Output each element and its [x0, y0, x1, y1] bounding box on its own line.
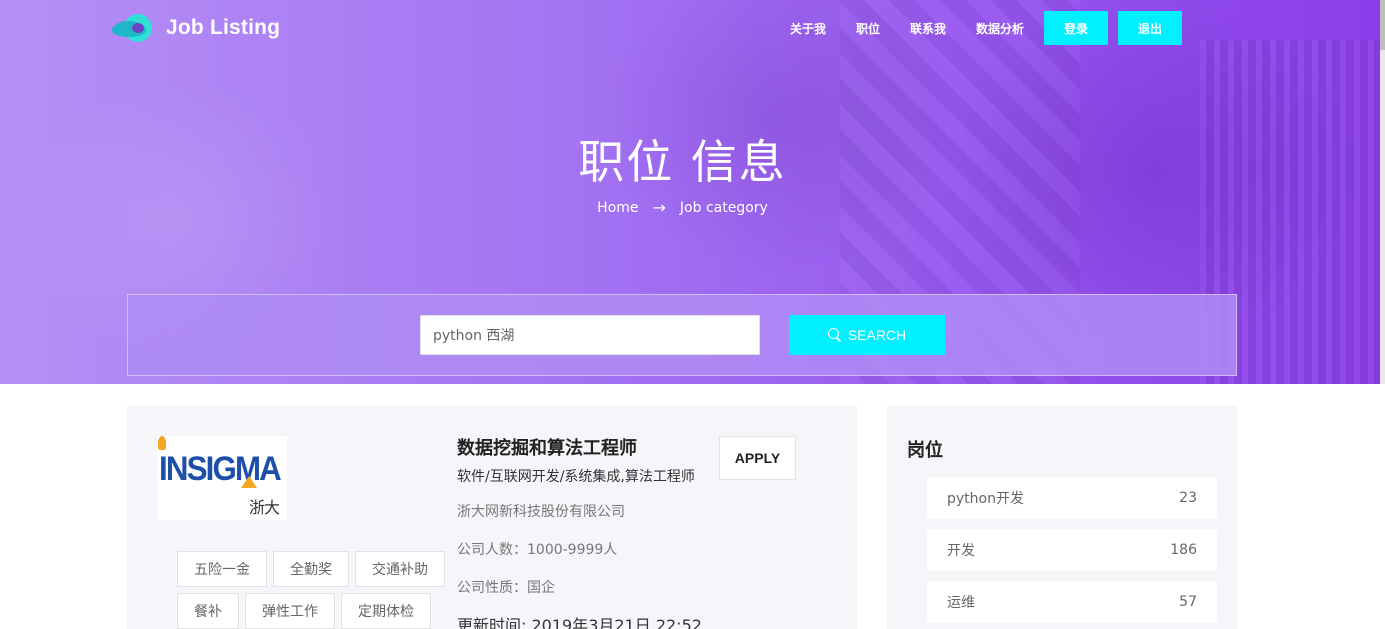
category-name: 运维	[947, 595, 975, 611]
search-input[interactable]	[420, 315, 760, 355]
company-type: 公司性质：国企	[457, 580, 555, 596]
job-card[interactable]: INSIGMA 浙大网新 五险一金 全勤奖 交通补助 餐补 弹性工作 定期体检 …	[127, 406, 857, 629]
nav-link-about[interactable]: 关于我	[790, 20, 826, 37]
category-count: 23	[1179, 490, 1197, 506]
logout-button[interactable]: 退出	[1118, 11, 1183, 45]
company-name: 浙大网新科技股份有限公司	[457, 504, 625, 520]
breadcrumb: Home → Job category	[0, 198, 1365, 217]
category-list: python开发 23 开发 186 运维 57	[927, 477, 1217, 629]
brand-logo[interactable]: Job Listing	[112, 12, 280, 44]
benefit-tag[interactable]: 弹性工作	[245, 593, 335, 629]
benefit-tags: 五险一金 全勤奖 交通补助 餐补 弹性工作 定期体检	[177, 551, 457, 629]
nav-link-analytics[interactable]: 数据分析	[976, 20, 1024, 37]
nav-link-contact[interactable]: 联系我	[910, 20, 946, 37]
category-item-ops[interactable]: 运维 57	[927, 581, 1217, 623]
update-time: 更新时间: 2019年3月21日 22:52	[457, 616, 702, 629]
page-title: 职位 信息	[578, 135, 787, 189]
benefit-tag[interactable]: 五险一金	[177, 551, 267, 587]
flame-icon	[158, 436, 166, 450]
job-title[interactable]: 数据挖掘和算法工程师	[457, 434, 637, 460]
apply-button[interactable]: APPLY	[719, 436, 796, 480]
scrollbar-thumb[interactable]	[1380, 0, 1385, 50]
company-size: 公司人数：1000-9999人	[457, 542, 618, 558]
arrow-right-icon: →	[652, 198, 666, 217]
search-panel: SEARCH	[127, 294, 1237, 376]
brand-name: Job Listing	[166, 16, 281, 39]
category-item-python[interactable]: python开发 23	[927, 477, 1217, 519]
logo-wordmark: INSIGMA	[159, 450, 282, 488]
brand-logo-icon	[112, 13, 154, 43]
search-button[interactable]: SEARCH	[789, 315, 945, 355]
category-count: 57	[1179, 594, 1197, 610]
logo-cn-text: 浙大网新	[249, 498, 280, 517]
category-count: 186	[1170, 542, 1197, 558]
main-nav: 关于我 职位 联系我 数据分析 登录 退出	[790, 11, 1183, 45]
breadcrumb-current: Job category	[679, 199, 768, 216]
search-button-label: SEARCH	[847, 327, 907, 343]
breadcrumb-home[interactable]: Home	[597, 200, 638, 216]
benefit-tag[interactable]: 交通补助	[355, 551, 445, 587]
benefit-tag[interactable]: 定期体检	[341, 593, 431, 629]
category-name: python开发	[947, 491, 1024, 507]
category-sidebar: 岗位 python开发 23 开发 186 运维 57	[887, 406, 1237, 629]
benefit-tag[interactable]: 餐补	[177, 593, 239, 629]
category-name: 开发	[947, 543, 975, 559]
triangle-icon	[241, 476, 257, 488]
sidebar-title: 岗位	[907, 440, 943, 461]
login-button[interactable]: 登录	[1044, 11, 1109, 45]
category-item-dev[interactable]: 开发 186	[927, 529, 1217, 571]
company-logo[interactable]: INSIGMA 浙大网新	[157, 436, 287, 520]
scrollbar-track[interactable]	[1380, 0, 1385, 384]
nav-link-jobs[interactable]: 职位	[856, 20, 880, 37]
job-category: 软件/互联网开发/系统集成,算法工程师	[457, 469, 695, 485]
search-icon	[827, 328, 842, 342]
benefit-tag[interactable]: 全勤奖	[273, 551, 349, 587]
